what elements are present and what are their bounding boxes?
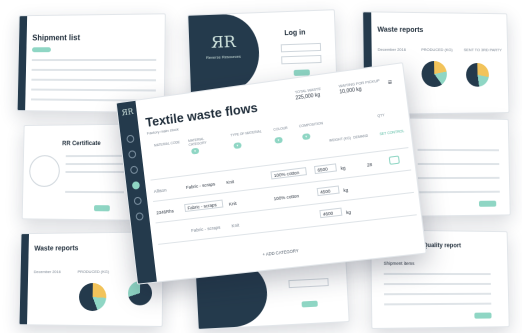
col-material-code: MATERIAL CODE [154,140,183,148]
row-2-code: 2346Rhs [156,208,174,215]
card-title: RR Certificate [62,141,101,147]
row [418,163,500,165]
row-1-category: Fabric - scraps [186,181,216,190]
row-3-type: Knit [231,223,239,229]
row-1-qty: 28 [367,162,373,168]
table-card-right [406,118,511,217]
third-party-pie [466,63,489,87]
type-filter-tag[interactable]: ▾ [233,142,241,149]
page-title: Textile waste flows [145,100,259,130]
row-3-unit: kg [346,210,352,216]
col-type-of-material: TYPE OF MATERIAL [230,129,266,138]
row [384,293,491,295]
login-title: Log in [284,29,305,37]
card-title: Waste reports [34,245,78,252]
nav-step-6[interactable] [135,212,143,221]
row [32,69,157,71]
logo: ЯR [211,32,236,52]
download-button[interactable] [94,205,110,211]
save-button[interactable] [474,313,491,319]
row [418,149,499,151]
row-2-weight-field[interactable]: 4500 [317,185,340,196]
row-2-type: Knit [229,201,237,207]
col-set-control: SET CONTROL [379,129,406,136]
card-title: Quality report [423,243,461,249]
nav-step-1[interactable] [126,135,134,144]
action-button[interactable] [479,201,496,207]
submit-button[interactable] [302,301,318,308]
row [31,89,156,92]
row-2-composition: 100% cotton [273,193,299,201]
produced-pie [421,61,447,87]
row [32,59,156,61]
col-material-category: MATERIAL CATEGORY [188,135,223,147]
seal [29,155,60,187]
row [418,177,500,179]
row-2-unit: kg [343,187,349,193]
row-1-composition-field[interactable]: 100% cotton [270,167,307,179]
textile-waste-flows-window: ЯR Textile waste flows Factory main stoc… [116,62,427,285]
row [384,283,491,285]
composition-filter-tag[interactable]: ▾ [302,133,310,140]
field [65,171,124,173]
row-1-type: Knit [226,179,234,185]
section-label: Shipment items [384,261,415,266]
produced-label: PRODUCED (KG) [421,47,453,52]
row-1-code: Allison [154,188,167,194]
row-1-weight-field[interactable]: 6500 [314,163,337,174]
nav-step-2[interactable] [128,150,136,159]
brand-panel [188,13,260,93]
email-field[interactable] [281,43,321,52]
nav-step-3[interactable] [130,166,138,175]
sidebar [18,16,28,110]
nav-step-5[interactable] [134,197,142,206]
month-label: December 2016 [34,269,61,274]
field [65,191,124,193]
logo: ЯR [121,107,134,117]
third-party-label: SENT TO 3RD PARTY [464,47,502,52]
field [66,163,125,165]
add-category-link[interactable]: + ADD CATEGORY [262,248,299,257]
col-composition: COMPOSITION [299,120,333,128]
row-1-check-icon[interactable] [389,155,400,164]
row [31,79,156,82]
col-qty: QTY [377,112,394,118]
category-filter-tag[interactable]: ▾ [191,148,199,155]
row-1-unit: kg [340,165,346,171]
filter-tag[interactable] [32,47,51,52]
colour-filter-tag[interactable]: ▾ [274,137,282,144]
row-2-category-field[interactable]: Fabric - scraps [184,200,223,212]
row [418,191,500,194]
sidebar [20,234,29,324]
row [384,273,491,275]
password-field[interactable] [281,55,321,64]
card-title: Waste reports [377,27,423,34]
row-3-weight-field[interactable]: 4600 [319,208,342,219]
input-field[interactable] [288,278,328,288]
nav-step-4[interactable] [132,181,140,190]
field [66,155,125,157]
card-title: Shipment list [32,33,80,42]
produced-pie [79,283,107,311]
col-demand: DEMAND [353,133,376,140]
produced-label: PRODUCED (KG) [78,269,110,274]
third-party-pie [128,281,152,305]
row [384,303,491,306]
col-colour: COLOUR [273,125,295,132]
month-label: December 2016 [378,47,406,52]
row-3-category: Fabric - scraps [191,225,221,233]
menu-icon[interactable]: ≡ [387,79,396,87]
col-weight: WEIGHT (KG) [329,136,352,143]
